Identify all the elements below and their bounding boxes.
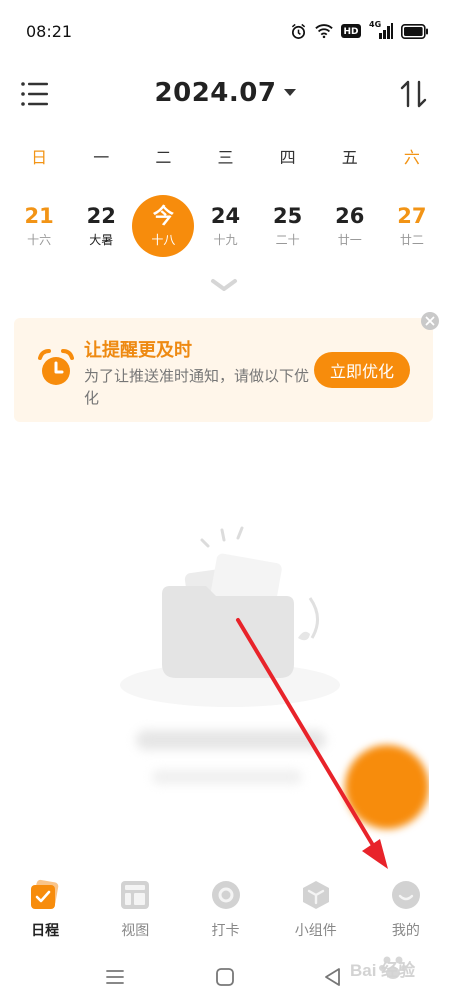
- date-number: 24: [210, 204, 241, 228]
- checkin-target-icon: [209, 878, 243, 912]
- nav-label: 我的: [391, 923, 420, 939]
- sort-arrows-icon: [400, 80, 427, 108]
- hd-icon: HD: [341, 22, 361, 40]
- date-cell[interactable]: 27 廿二: [381, 194, 443, 258]
- date-cell-today[interactable]: 今 十八: [132, 194, 195, 258]
- hd-label: HD: [343, 26, 359, 37]
- nav-label: 小组件: [294, 923, 337, 939]
- date-number: 25: [273, 204, 303, 228]
- app-header: 2024.07: [0, 70, 451, 118]
- date-number: 21: [24, 204, 54, 228]
- nav-tab-schedule[interactable]: 日程: [0, 870, 90, 950]
- date-number: 26: [335, 204, 365, 228]
- date-cell[interactable]: 25 二十: [257, 194, 319, 258]
- weekday-row: 日 一 二 三 四 五 六: [8, 144, 443, 168]
- baidu-jingyan-watermark: Bai 经验: [330, 938, 448, 990]
- lunar-date: 十八: [151, 233, 176, 247]
- chevron-down-icon: [211, 279, 237, 291]
- month-picker[interactable]: 2024.07: [141, 76, 311, 110]
- nav-tab-checkin[interactable]: 打卡: [180, 870, 270, 950]
- nav-label: 打卡: [211, 923, 240, 939]
- status-bar: 08:21 HD 4G: [0, 0, 451, 66]
- reminder-description: 为了让推送准时通知，请做以下优化: [84, 367, 310, 407]
- weekday-sat: 六: [403, 148, 420, 167]
- battery-icon: [401, 22, 429, 40]
- network-type-label: 4G: [369, 20, 382, 29]
- weekday-wed: 三: [217, 148, 234, 167]
- recent-apps-icon[interactable]: [104, 966, 126, 988]
- weekday-thu: 四: [279, 148, 296, 167]
- alarm-icon: [289, 22, 307, 40]
- lunar-date: 十六: [27, 233, 52, 247]
- cellular-signal-icon: 4G: [369, 20, 393, 40]
- lunar-date: 廿二: [399, 233, 424, 247]
- alarm-clock-icon: [38, 349, 74, 385]
- widget-cube-icon: [299, 878, 333, 912]
- view-layout-icon: [118, 878, 152, 912]
- date-cell[interactable]: 22 大暑: [70, 194, 132, 258]
- date-cell[interactable]: 21 十六: [8, 194, 70, 258]
- schedule-check-icon: [28, 878, 62, 912]
- weekday-sun: 日: [31, 148, 48, 167]
- close-card-button[interactable]: [421, 312, 439, 330]
- sort-button[interactable]: [399, 78, 429, 110]
- profile-smile-icon: [389, 878, 423, 912]
- caret-down-icon: [284, 89, 297, 96]
- lunar-date: 十九: [213, 233, 238, 247]
- status-icons: HD 4G: [289, 20, 429, 40]
- weekday-tue: 二: [155, 148, 172, 167]
- solar-term: 大暑: [89, 233, 114, 247]
- weekday-mon: 一: [93, 148, 110, 167]
- screen-edge: [429, 740, 451, 840]
- week-dates-row: 21 十六 22 大暑 今 十八 24 十九 25 二十 26 廿一 27 廿二: [8, 194, 443, 258]
- weekday-fri: 五: [341, 148, 358, 167]
- wifi-icon: [315, 22, 333, 40]
- nav-label: 视图: [121, 923, 150, 939]
- date-cell[interactable]: 24 十九: [194, 194, 256, 258]
- nav-label: 日程: [31, 923, 60, 939]
- expand-calendar-button[interactable]: [209, 276, 239, 294]
- lunar-date: 二十: [275, 233, 300, 247]
- annotation-arrow-icon: [236, 618, 388, 869]
- today-label: 今: [152, 204, 174, 228]
- menu-button[interactable]: [20, 80, 50, 108]
- status-time: 08:21: [26, 22, 73, 41]
- date-number: 27: [397, 204, 427, 228]
- close-icon: [425, 316, 435, 326]
- list-menu-icon: [21, 82, 48, 106]
- reminder-card: 让提醒更及时 为了让推送准时通知，请做以下优化 立即优化: [14, 312, 439, 422]
- watermark-text: Bai 经验: [350, 961, 416, 980]
- month-title: 2024.07: [154, 78, 277, 108]
- date-number: 22: [86, 204, 116, 228]
- nav-tab-view[interactable]: 视图: [90, 870, 180, 950]
- optimize-now-button[interactable]: 立即优化: [314, 352, 410, 388]
- lunar-date: 廿一: [337, 233, 362, 247]
- reminder-title: 让提醒更及时: [84, 340, 192, 361]
- date-cell[interactable]: 26 廿一: [319, 194, 381, 258]
- home-button-icon[interactable]: [214, 966, 236, 988]
